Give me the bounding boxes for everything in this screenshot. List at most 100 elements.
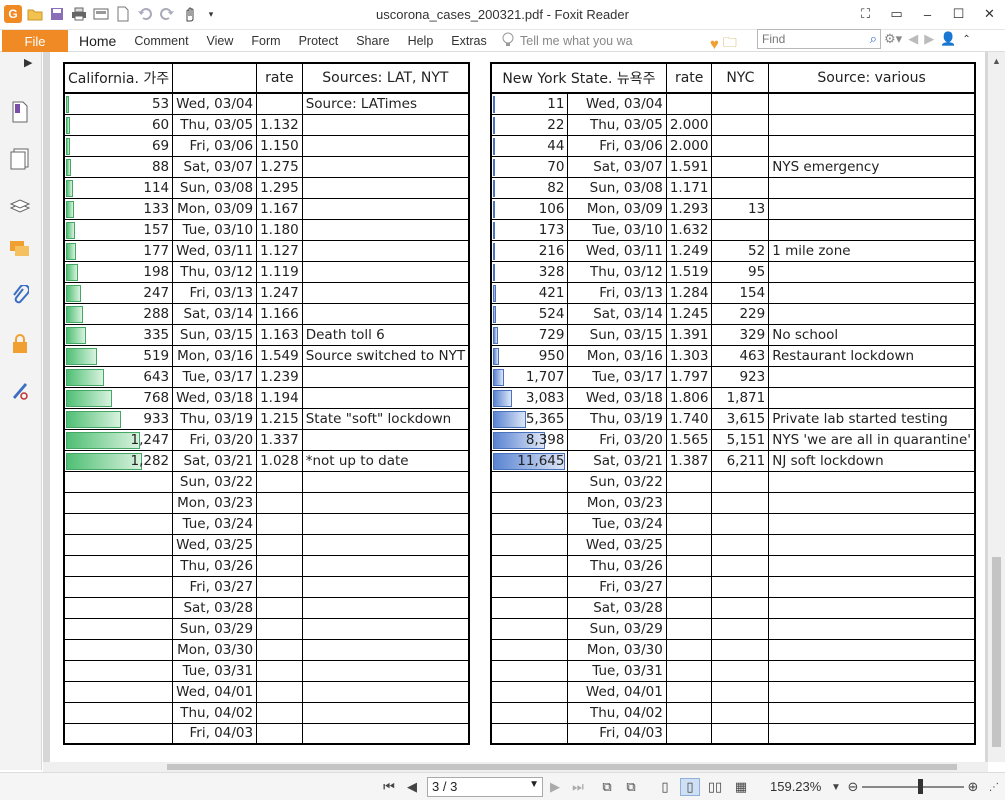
layers-icon[interactable] [8, 194, 32, 218]
date-cell: Sun, 03/08 [567, 176, 667, 199]
heart-icon[interactable]: ♥ [710, 36, 719, 53]
ribbon-collapse-icon[interactable]: ⌃ [962, 34, 970, 45]
previous-page-icon[interactable]: ◀ [403, 778, 421, 796]
continuous-facing-icon[interactable]: ▦ [732, 778, 750, 796]
settings-gear-icon[interactable]: ⚙▾ [884, 31, 902, 47]
page-number-input[interactable]: 3 / 3 ▼ [427, 777, 543, 797]
table-row: 114 Sun, 03/08 1.295 [63, 176, 470, 199]
case-count-cell [63, 617, 174, 640]
close-button[interactable]: ✕ [974, 0, 1005, 28]
date-cell: Fri, 03/06 [172, 134, 258, 157]
table-row: 643 Tue, 03/17 1.239 [63, 365, 470, 388]
rate-cell [256, 554, 303, 577]
scroll-up-icon[interactable]: ▲ [988, 52, 1005, 69]
tab-extras[interactable]: Extras [442, 34, 495, 48]
nyc-cell [711, 659, 770, 682]
horizontal-scrollbar[interactable] [43, 762, 988, 772]
table-row: Fri, 03/27 [63, 575, 470, 598]
next-view-icon[interactable]: ⧉ [622, 778, 640, 796]
rate-cell: 1.284 [665, 281, 713, 304]
document-view[interactable]: California. 가주 rate Sources: LAT, NYT 53… [43, 52, 988, 762]
tab-help[interactable]: Help [399, 34, 443, 48]
date-cell: Wed, 03/04 [172, 92, 258, 115]
pages-thumbnails-icon[interactable] [8, 147, 32, 171]
window-controls: ⛶ ▭ – ☐ ✕ [850, 0, 1005, 28]
tab-protect[interactable]: Protect [290, 34, 348, 48]
zoom-level[interactable]: 159.23% [770, 779, 821, 794]
previous-result-icon[interactable]: ◀ [908, 31, 918, 47]
case-count-cell [490, 659, 569, 682]
tell-me-placeholder: Tell me what you wa [520, 34, 633, 48]
horizontal-scroll-thumb[interactable] [167, 764, 957, 770]
restore-ribbon-icon[interactable]: ▭ [881, 0, 912, 28]
file-tab[interactable]: File [2, 30, 68, 52]
search-icon[interactable]: ⌕ [870, 31, 877, 47]
security-lock-icon[interactable] [8, 332, 32, 356]
rate-cell: 2.000 [665, 113, 713, 136]
case-count-cell: 133 [63, 197, 174, 220]
previous-view-icon[interactable]: ⧉ [598, 778, 616, 796]
case-count-cell: 335 [63, 323, 174, 346]
note-cell: NJ soft lockdown [768, 449, 976, 472]
vertical-scroll-thumb[interactable] [992, 557, 1001, 747]
tab-view[interactable]: View [198, 34, 243, 48]
table-row: Wed, 04/01 [63, 680, 470, 703]
maximize-button[interactable]: ☐ [943, 0, 974, 28]
minimize-button[interactable]: – [912, 0, 943, 28]
tell-me-search[interactable]: Tell me what you wa [502, 32, 637, 50]
case-count-cell: 114 [63, 176, 174, 199]
note-cell [301, 218, 470, 241]
tab-comment[interactable]: Comment [125, 34, 197, 48]
zoom-dropdown-icon[interactable]: ▼ [830, 778, 842, 796]
rate-cell [665, 512, 713, 535]
tab-form[interactable]: Form [242, 34, 289, 48]
expand-panel-icon[interactable]: ▶ [24, 56, 32, 69]
rate-cell: 1.180 [256, 218, 303, 241]
facing-pages-icon[interactable]: ▯▯ [706, 778, 724, 796]
date-cell: Sun, 03/15 [567, 323, 667, 346]
continuous-page-icon[interactable]: ▯ [680, 778, 700, 796]
page-dropdown-icon[interactable]: ▼ [529, 779, 539, 790]
zoom-in-icon[interactable]: ⊕ [965, 778, 981, 796]
attachments-icon[interactable] [8, 284, 32, 308]
table-row: 335 Sun, 03/15 1.163 Death toll 6 [63, 323, 470, 346]
case-count-cell [63, 575, 174, 598]
nyc-header: NYC [711, 62, 770, 94]
status-bar: ⏮ ◀ 3 / 3 ▼ ▶ ⏭ ⧉ ⧉ ▯ ▯ ▯▯ ▦ 159.23% ▼ ⊖… [0, 772, 1005, 800]
comments-icon[interactable] [8, 237, 32, 261]
nyc-cell [711, 596, 770, 619]
user-avatar-icon[interactable]: 👤 [940, 31, 956, 47]
nyc-cell [711, 533, 770, 556]
fullscreen-icon[interactable]: ⛶ [850, 0, 881, 28]
first-page-icon[interactable]: ⏮ [380, 778, 398, 796]
bookmarks-icon[interactable] [8, 100, 32, 124]
vertical-scrollbar[interactable]: ▲ [988, 52, 1005, 762]
case-databar [493, 96, 495, 113]
case-count: 88 [151, 158, 170, 175]
resize-grip-icon[interactable]: ⋰ [986, 778, 1002, 796]
case-databar [66, 242, 76, 260]
last-page-icon[interactable]: ⏭ [569, 778, 587, 796]
zoom-slider[interactable] [862, 786, 964, 788]
case-count-cell: 643 [63, 365, 174, 388]
nyc-cell: 229 [711, 302, 770, 325]
single-page-icon[interactable]: ▯ [656, 778, 674, 796]
rate-cell: 1.215 [256, 407, 303, 430]
zoom-slider-thumb[interactable] [918, 779, 923, 794]
zoom-out-icon[interactable]: ⊖ [845, 778, 861, 796]
note-cell [768, 617, 976, 640]
next-page-icon[interactable]: ▶ [546, 778, 564, 796]
table-row: 11,645 Sat, 03/21 1.387 6,211 NJ soft lockdo… [490, 449, 976, 472]
nyc-cell: 6,211 [711, 449, 770, 472]
tab-share[interactable]: Share [347, 34, 398, 48]
rate-cell [256, 638, 303, 661]
rate-cell [665, 722, 713, 745]
table-row: Sun, 03/22 [63, 470, 470, 493]
rate-cell: 1.028 [256, 449, 303, 472]
next-result-icon[interactable]: ▶ [924, 31, 934, 47]
tab-home[interactable]: Home [70, 33, 125, 49]
find-input[interactable]: Find ⌕ [757, 29, 881, 49]
signature-icon[interactable] [8, 378, 32, 402]
date-cell: Tue, 03/24 [172, 512, 258, 535]
note-cell [768, 554, 976, 577]
